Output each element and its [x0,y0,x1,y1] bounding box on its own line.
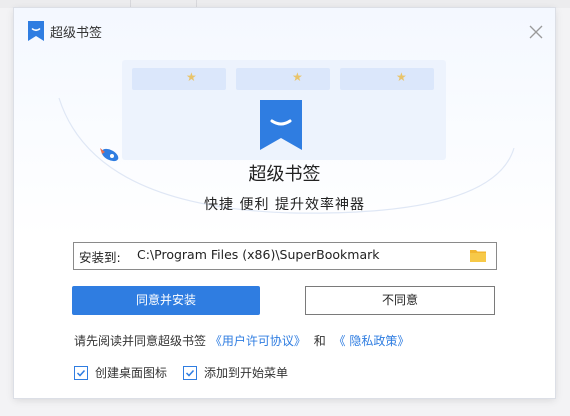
privacy-link[interactable]: 《 隐私政策》 [334,334,410,348]
desktop-icon-checkbox[interactable]: 创建桌面图标 [74,364,167,381]
license-link[interactable]: 《用户许可协议》 [210,334,306,348]
disagree-button[interactable]: 不同意 [305,286,495,315]
folder-icon[interactable] [470,248,486,262]
star-icon: ★ [292,70,303,84]
background-taskbar-strip [0,0,570,8]
install-path-value[interactable]: C:\Program Files (x86)\SuperBookmark [137,247,379,262]
start-menu-label: 添加到开始菜单 [204,366,289,380]
terms-notice: 请先阅读并同意超级书签 《用户许可协议》 和 《 隐私政策》 [74,332,409,349]
strip-divider [130,0,131,8]
check-icon [185,369,195,377]
bookmark-logo-icon [260,100,302,150]
checkbox-box[interactable] [183,365,197,380]
bookmark-logo-icon [28,21,44,41]
install-path-field[interactable]: 安装到: C:\Program Files (x86)\SuperBookmar… [73,242,497,270]
bookmark-card [340,68,434,90]
installer-window: 超级书签 ★ ★ ★ 超级书签 快捷 便利 提升效率神器 安装到: C:\Pro… [14,8,555,398]
close-icon[interactable] [526,22,546,42]
title-bar: 超级书签 [14,8,555,52]
checkbox-box[interactable] [74,365,88,380]
terms-prefix: 请先阅读并同意超级书签 [74,334,207,348]
terms-and: 和 [313,334,326,348]
window-title: 超级书签 [50,26,103,41]
star-icon: ★ [186,70,197,84]
star-icon: ★ [396,70,407,84]
install-path-label: 安装到: [79,250,121,265]
agree-install-button[interactable]: 同意并安装 [72,286,260,315]
bookmark-card [236,68,330,90]
bookmark-card [132,68,226,90]
app-slogan: 快捷 便利 提升效率神器 [204,197,365,213]
start-menu-checkbox[interactable]: 添加到开始菜单 [183,364,288,381]
desktop-icon-label: 创建桌面图标 [95,366,168,380]
check-icon [76,369,86,377]
strip-divider [196,0,197,8]
app-name: 超级书签 [248,164,321,185]
